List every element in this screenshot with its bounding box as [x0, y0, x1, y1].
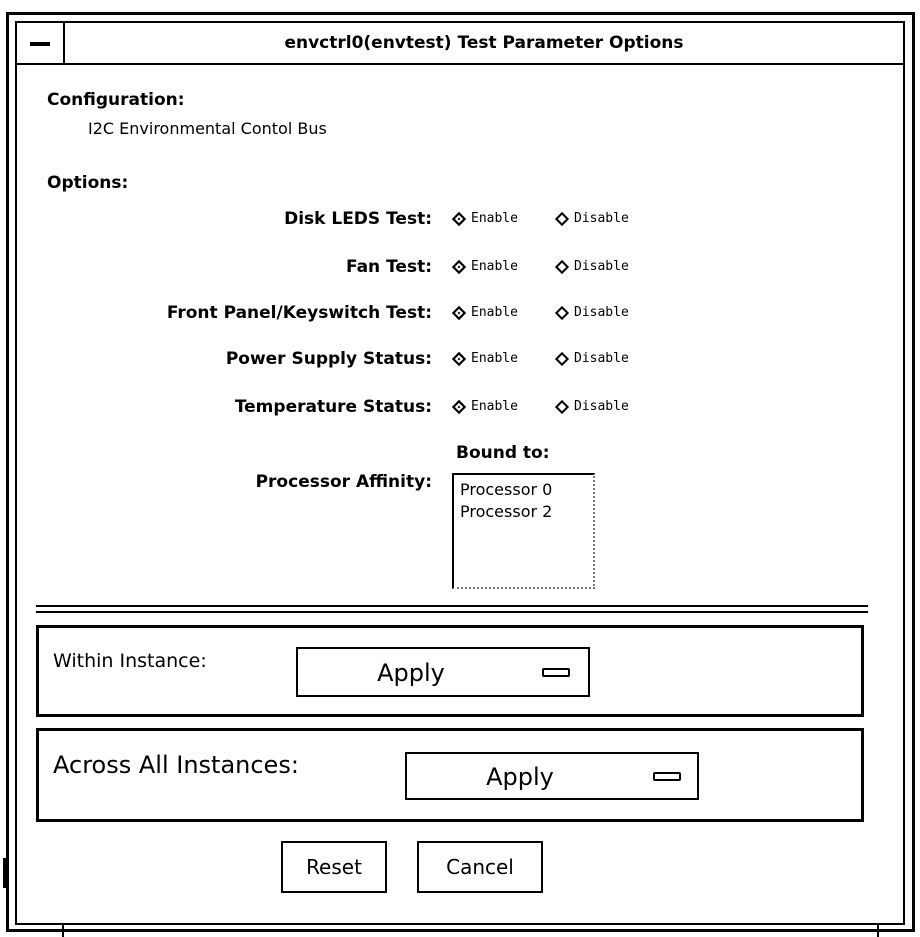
processor-affinity-label: Processor Affinity: [255, 472, 432, 492]
reset-button[interactable]: Reset [281, 841, 387, 893]
processor-listbox[interactable]: Processor 0 Processor 2 [452, 473, 595, 589]
radio-selected-icon [451, 351, 467, 366]
fan-disable-radio[interactable]: Disable [554, 259, 629, 274]
menu-value: Apply [486, 763, 554, 791]
front-panel-enable-radio[interactable]: Enable [451, 305, 518, 320]
menu-indicator-icon [542, 668, 570, 677]
across-instances-apply-menu[interactable]: Apply [405, 752, 699, 800]
radio-selected-icon [451, 399, 467, 414]
radio-unselected-icon [554, 211, 570, 226]
list-item[interactable]: Processor 0 [460, 479, 587, 501]
temperature-status-label: Temperature Status: [234, 397, 432, 417]
configuration-heading: Configuration: [47, 90, 185, 110]
radio-unselected-icon [554, 259, 570, 274]
cancel-button[interactable]: Cancel [417, 841, 543, 893]
list-item[interactable]: Processor 2 [460, 501, 587, 523]
radio-label: Enable [471, 211, 518, 226]
radio-selected-icon [451, 305, 467, 320]
radio-label: Disable [574, 399, 629, 414]
radio-label: Disable [574, 211, 629, 226]
front-panel-disable-radio[interactable]: Disable [554, 305, 629, 320]
fan-enable-radio[interactable]: Enable [451, 259, 518, 274]
radio-label: Enable [471, 259, 518, 274]
frame-edge-mark [3, 858, 6, 888]
across-instances-label: Across All Instances: [53, 751, 299, 779]
radio-unselected-icon [554, 399, 570, 414]
bound-to-label: Bound to: [456, 443, 550, 463]
radio-label: Enable [471, 351, 518, 366]
menu-indicator-icon [653, 772, 681, 781]
within-instance-apply-menu[interactable]: Apply [296, 647, 590, 697]
frame-resize-tick-right [877, 925, 879, 937]
configuration-value: I2C Environmental Contol Bus [88, 119, 327, 138]
radio-unselected-icon [554, 351, 570, 366]
radio-label: Disable [574, 351, 629, 366]
disk-leds-disable-radio[interactable]: Disable [554, 211, 629, 226]
disk-leds-test-label: Disk LEDS Test: [284, 209, 432, 229]
window-menu-icon [30, 42, 50, 46]
divider [36, 605, 868, 607]
radio-label: Enable [471, 399, 518, 414]
power-supply-enable-radio[interactable]: Enable [451, 351, 518, 366]
radio-label: Disable [574, 259, 629, 274]
radio-label: Disable [574, 305, 629, 320]
power-supply-status-label: Power Supply Status: [225, 349, 432, 369]
frame-resize-tick-left [62, 925, 64, 937]
front-panel-test-label: Front Panel/Keyswitch Test: [166, 303, 432, 323]
temperature-enable-radio[interactable]: Enable [451, 399, 518, 414]
menu-value: Apply [377, 659, 445, 687]
fan-test-label: Fan Test: [345, 257, 432, 277]
temperature-disable-radio[interactable]: Disable [554, 399, 629, 414]
radio-selected-icon [451, 211, 467, 226]
options-heading: Options: [47, 173, 129, 193]
divider [36, 611, 868, 613]
disk-leds-enable-radio[interactable]: Enable [451, 211, 518, 226]
radio-label: Enable [471, 305, 518, 320]
radio-unselected-icon [554, 305, 570, 320]
window-title: envctrl0(envtest) Test Parameter Options [284, 33, 684, 53]
within-instance-label: Within Instance: [53, 650, 207, 672]
radio-selected-icon [451, 259, 467, 274]
power-supply-disable-radio[interactable]: Disable [554, 351, 629, 366]
